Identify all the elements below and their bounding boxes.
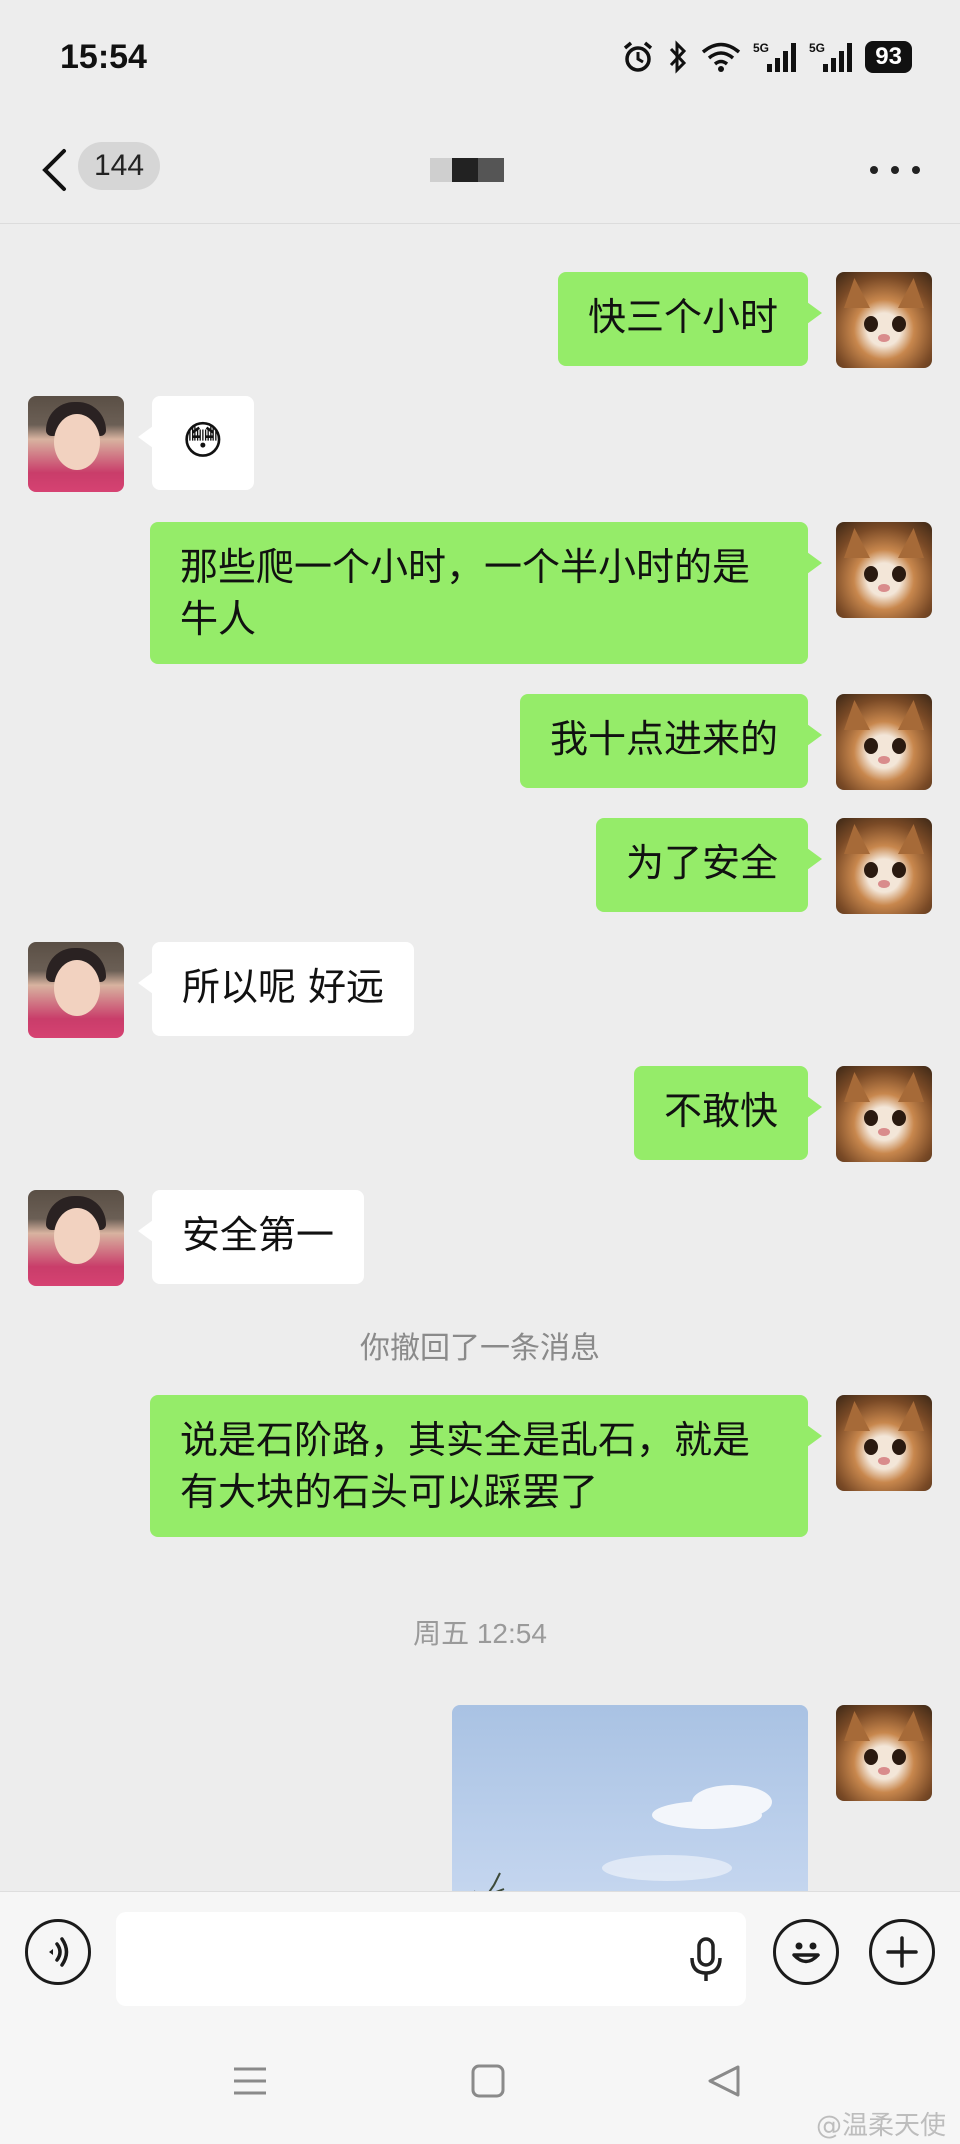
message-bubble[interactable]: 不敢快 xyxy=(633,1066,823,1160)
message-bubble[interactable]: 为了安全 xyxy=(595,818,823,912)
emoji-button[interactable] xyxy=(773,1919,839,1985)
recall-notice: 你撤回了一条消息 xyxy=(360,1331,600,1366)
unread-count-badge[interactable]: 144 xyxy=(78,142,160,190)
more-options-button[interactable] xyxy=(870,160,920,180)
chat-header: 144 xyxy=(0,120,960,224)
message-timestamp: 周五 12:54 xyxy=(413,1618,547,1649)
avatar[interactable] xyxy=(836,1066,932,1162)
more-dots-icon xyxy=(870,166,878,174)
home-icon[interactable] xyxy=(470,2063,506,2099)
message-bubble[interactable]: 说是石阶路，其实全是乱石，就是有大块的石头可以踩罢了 xyxy=(150,1395,822,1537)
chevron-left-icon xyxy=(42,149,66,191)
chat-title-redacted xyxy=(430,158,504,182)
system-navigation-bar: @温柔天使 xyxy=(0,2021,960,2144)
avatar[interactable] xyxy=(28,1190,124,1286)
add-attachment-button[interactable] xyxy=(869,1919,935,1985)
chat-input-bar xyxy=(0,1891,960,2021)
message-input[interactable] xyxy=(116,1912,746,2006)
voice-icon xyxy=(49,1937,69,1967)
tree-branch-graphic xyxy=(474,1872,505,1891)
bluetooth-icon xyxy=(670,40,687,74)
avatar[interactable] xyxy=(836,1395,932,1491)
signal-5g-icon: 5G xyxy=(809,41,853,72)
voice-toggle-button[interactable] xyxy=(25,1919,91,1985)
message-bubble[interactable]: 😳 xyxy=(138,396,254,490)
back-button[interactable] xyxy=(34,140,74,200)
message-bubble[interactable]: 所以呢 好远 xyxy=(137,942,415,1036)
message-bubble[interactable]: 那些爬一个小时，一个半小时的是牛人 xyxy=(150,522,822,664)
avatar[interactable] xyxy=(836,694,932,790)
message-list[interactable]: 快三个小时 😳 那些爬一个小时，一个半小时的是牛人 我十点进来的 为了安全 所以… xyxy=(0,225,960,1891)
alarm-icon xyxy=(624,41,653,72)
menu-icon[interactable] xyxy=(232,2063,268,2099)
battery-indicator: 93 xyxy=(865,41,912,73)
status-bar: 15:54 5G 5G 93 xyxy=(0,0,960,120)
svg-text:5G: 5G xyxy=(753,41,769,55)
microphone-icon[interactable] xyxy=(686,1936,726,1984)
plus-icon xyxy=(886,1936,918,1968)
avatar[interactable] xyxy=(28,942,124,1038)
image-message[interactable] xyxy=(452,1705,808,1891)
status-icons: 5G 5G 93 xyxy=(621,40,912,74)
avatar[interactable] xyxy=(28,396,124,492)
avatar[interactable] xyxy=(836,272,932,368)
message-bubble[interactable]: 安全第一 xyxy=(137,1190,365,1284)
avatar[interactable] xyxy=(836,1705,932,1801)
message-bubble[interactable]: 快三个小时 xyxy=(557,272,823,366)
avatar[interactable] xyxy=(836,522,932,618)
svg-text:5G: 5G xyxy=(809,41,825,55)
message-bubble[interactable]: 我十点进来的 xyxy=(519,694,823,788)
status-time: 15:54 xyxy=(60,38,147,76)
wifi-icon xyxy=(702,42,741,72)
back-triangle-icon[interactable] xyxy=(706,2063,742,2099)
watermark: @温柔天使 xyxy=(815,2111,946,2141)
emoji-icon xyxy=(792,1942,820,1964)
signal-5g-icon: 5G xyxy=(753,41,797,72)
avatar[interactable] xyxy=(836,818,932,914)
